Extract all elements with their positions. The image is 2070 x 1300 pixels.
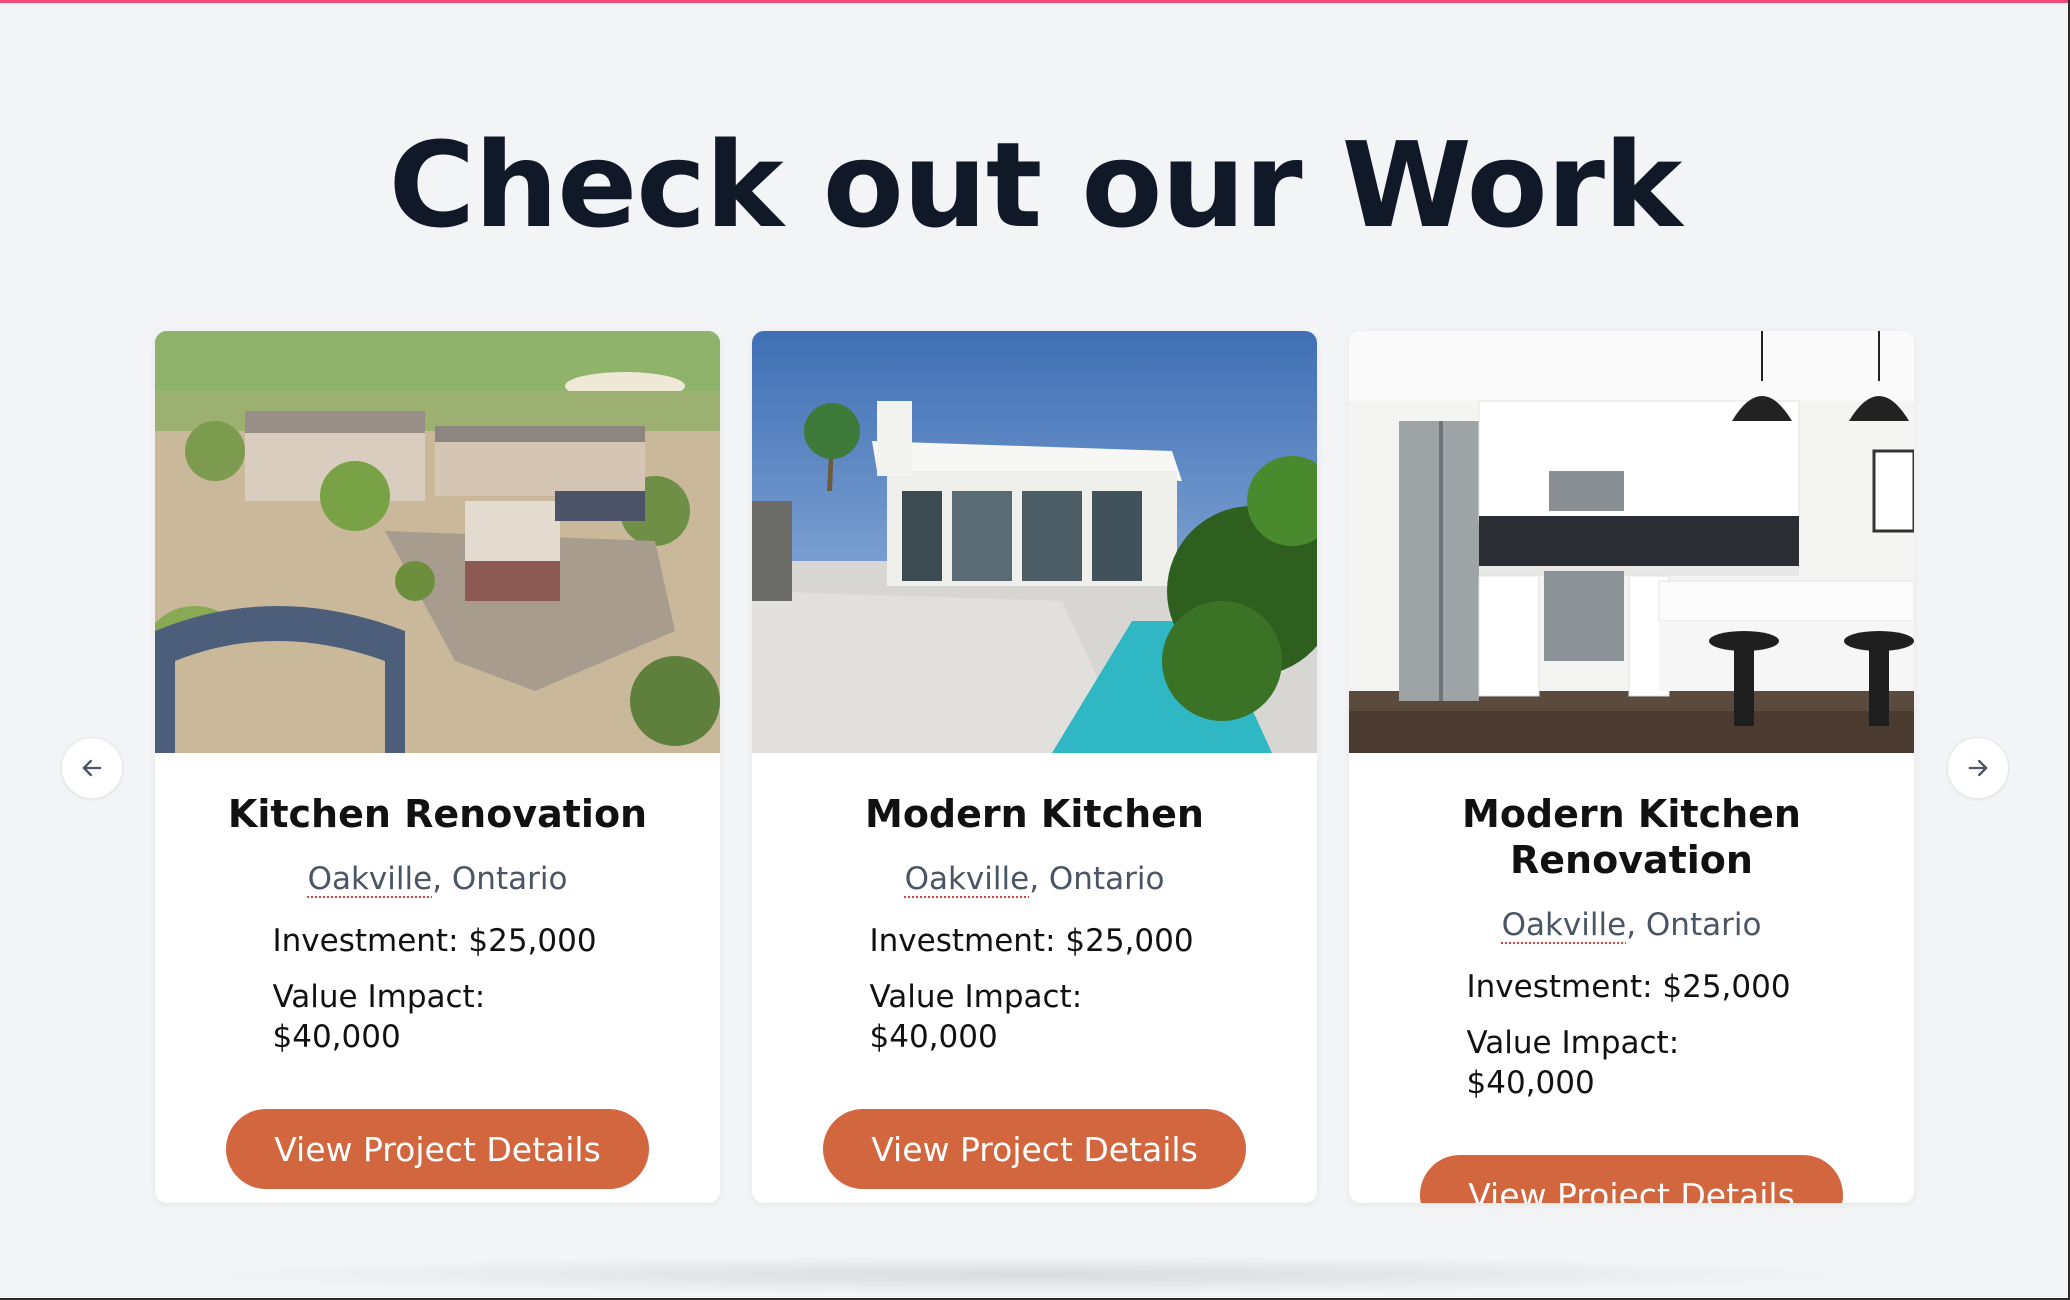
project-location-city: Oakville <box>904 861 1030 897</box>
project-investment: Investment: $25,000 <box>752 921 1317 961</box>
arrow-left-icon <box>82 759 102 777</box>
carousel-prev-button[interactable] <box>61 737 123 799</box>
project-value-impact: Value Impact: $40,000 <box>1349 1023 1914 1103</box>
project-value-impact-text: Value Impact: $40,000 <box>272 979 486 1055</box>
project-title: Modern Kitchen Renovation <box>1462 792 1801 882</box>
view-project-details-button[interactable]: View Project Details <box>1420 1155 1843 1203</box>
view-project-details-button[interactable]: View Project Details <box>823 1109 1246 1189</box>
project-value-impact: Value Impact: $40,000 <box>752 977 1317 1057</box>
project-investment: Investment: $25,000 <box>1349 967 1914 1007</box>
project-investment-text: Investment: $25,000 <box>1466 969 1791 1005</box>
project-investment: Investment: $25,000 <box>155 921 720 961</box>
project-location-region: , Ontario <box>1029 861 1165 897</box>
arrow-right-icon <box>1968 759 1988 777</box>
project-location-region: , Ontario <box>1626 907 1762 943</box>
project-value-impact-text: Value Impact: $40,000 <box>869 979 1083 1055</box>
section-bottom-shadow <box>180 1255 1880 1295</box>
project-value-impact: Value Impact: $40,000 <box>155 977 720 1057</box>
project-image-white-kitchen <box>1349 331 1914 753</box>
project-location-city: Oakville <box>307 861 433 897</box>
section-title: Check out our Work <box>388 116 1683 254</box>
project-cards: Kitchen Renovation Oakville, Ontario Inv… <box>155 331 1914 1203</box>
carousel-next-button[interactable] <box>1947 737 2009 799</box>
top-accent-bar <box>0 0 2070 3</box>
project-card: Kitchen Renovation Oakville, Ontario Inv… <box>155 331 720 1203</box>
project-location: Oakville, Ontario <box>1349 905 1914 945</box>
project-card: Modern Kitchen Oakville, Ontario Investm… <box>752 331 1317 1203</box>
project-title: Modern Kitchen <box>865 792 1204 836</box>
project-investment-text: Investment: $25,000 <box>869 923 1194 959</box>
project-location-city: Oakville <box>1501 907 1627 943</box>
project-location: Oakville, Ontario <box>752 859 1317 899</box>
project-image-modern-house <box>752 331 1317 753</box>
project-value-impact-text: Value Impact: $40,000 <box>1466 1025 1680 1101</box>
project-image-aerial-house <box>155 331 720 753</box>
project-location-region: , Ontario <box>432 861 568 897</box>
project-location: Oakville, Ontario <box>155 859 720 899</box>
project-investment-text: Investment: $25,000 <box>272 923 597 959</box>
project-card: Modern Kitchen Renovation Oakville, Onta… <box>1349 331 1914 1203</box>
project-title: Kitchen Renovation <box>227 792 648 836</box>
view-project-details-button[interactable]: View Project Details <box>226 1109 649 1189</box>
